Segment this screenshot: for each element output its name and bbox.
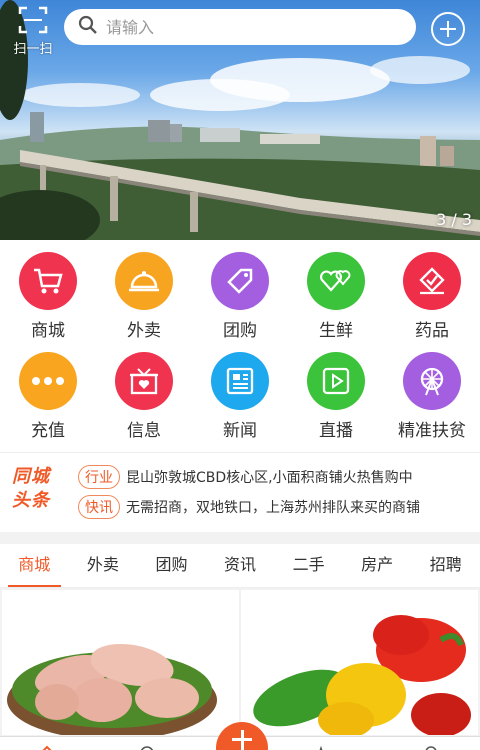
headlines-logo: 同城 头条 [12, 465, 72, 513]
category-label: 精准扶贫 [398, 421, 466, 441]
category-label: 直播 [319, 421, 353, 441]
category-mall[interactable]: 商城 [0, 240, 96, 341]
category-fresh[interactable]: 生鲜 [288, 240, 384, 341]
category-label: 生鲜 [319, 321, 353, 341]
tab-jobs[interactable]: 招聘 [411, 544, 480, 587]
category-label: 团购 [223, 321, 257, 341]
search-icon [78, 15, 98, 39]
category-label: 商城 [31, 321, 65, 341]
scan-label: 扫一扫 [13, 42, 53, 57]
category-groupbuy[interactable]: 团购 [192, 240, 288, 341]
category-recharge[interactable]: 充值 [0, 340, 96, 441]
category-tabs: 商城 外卖 团购 资讯 二手 房产 招聘 [0, 544, 480, 588]
product-image [253, 615, 471, 735]
category-medicine[interactable]: 药品 [384, 240, 480, 341]
category-live[interactable]: 直播 [288, 340, 384, 441]
news-item[interactable]: 行业 昆山弥敦城CBD核心区,小面积商铺火热售购中 [78, 465, 478, 489]
play-icon [307, 352, 365, 410]
category-takeout[interactable]: 外卖 [96, 240, 192, 341]
category-poverty-relief[interactable]: 精准扶贫 [384, 340, 480, 441]
ferris-wheel-icon [403, 352, 461, 410]
plus-circle-icon[interactable] [431, 12, 465, 46]
gift-box-icon [115, 352, 173, 410]
scan-icon [18, 6, 48, 34]
product-card-chicken[interactable] [2, 590, 239, 735]
category-news[interactable]: 新闻 [192, 340, 288, 441]
tag-icon [211, 252, 269, 310]
medicine-box-icon [403, 252, 461, 310]
tab-mall[interactable]: 商城 [0, 544, 69, 587]
category-grid: 商城 外卖 团购 生鲜 药品 充值 信息 新闻 直播 精准扶贫 [0, 240, 480, 452]
headlines-logo-line1: 同城 [12, 466, 50, 487]
category-label: 药品 [415, 321, 449, 341]
shopping-cart-icon [19, 252, 77, 310]
search-bar[interactable] [64, 9, 416, 45]
category-info[interactable]: 信息 [96, 340, 192, 441]
dots-icon [19, 352, 77, 410]
home-icon[interactable] [38, 739, 56, 750]
tab-secondhand[interactable]: 二手 [274, 544, 343, 587]
banner-counter: 3 / 3 [436, 210, 472, 229]
news-item[interactable]: 快讯 无需招商，双地铁口，上海苏州排队来买的商铺 [78, 495, 478, 519]
category-label: 信息 [127, 421, 161, 441]
search-input[interactable] [106, 17, 386, 37]
news-text: 昆山弥敦城CBD核心区,小面积商铺火热售购中 [126, 470, 413, 486]
page: 扫一扫 3 / 3 商城 外卖 [0, 0, 480, 750]
category-label: 充值 [31, 421, 65, 441]
product-card-peppers[interactable] [241, 590, 478, 735]
local-headlines[interactable]: 同城 头条 行业 昆山弥敦城CBD核心区,小面积商铺火热售购中 快讯 无需招商，… [0, 452, 480, 532]
category-label: 新闻 [223, 421, 257, 441]
tab-realestate[interactable]: 房产 [343, 544, 412, 587]
cart-icon[interactable] [312, 739, 330, 750]
hearts-icon [307, 252, 365, 310]
food-cloche-icon [115, 252, 173, 310]
profile-icon[interactable] [422, 739, 440, 750]
scan-button[interactable]: 扫一扫 [6, 6, 60, 57]
tab-groupbuy[interactable]: 团购 [137, 544, 206, 587]
product-image [7, 643, 217, 735]
banner-carousel[interactable]: 扫一扫 3 / 3 [0, 0, 480, 240]
message-icon[interactable] [138, 739, 156, 750]
newspaper-icon [211, 352, 269, 410]
tab-info[interactable]: 资讯 [206, 544, 275, 587]
tab-takeout[interactable]: 外卖 [69, 544, 138, 587]
category-label: 外卖 [127, 321, 161, 341]
news-tag: 快讯 [78, 495, 120, 519]
news-tag: 行业 [78, 465, 120, 489]
news-text: 无需招商，双地铁口，上海苏州排队来买的商铺 [126, 500, 420, 516]
headlines-logo-line2: 头条 [12, 490, 50, 511]
